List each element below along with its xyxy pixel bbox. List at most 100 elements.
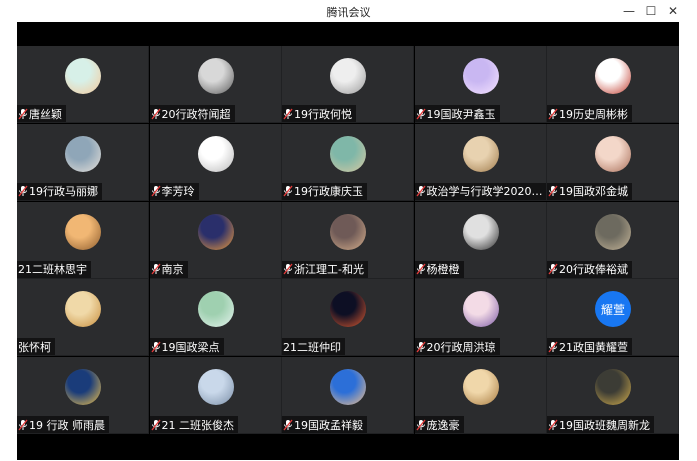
name-bar: 20行政周洪琼 xyxy=(414,338,500,356)
mic-muted-icon xyxy=(415,263,426,275)
participant-tile[interactable]: 李芳玲 xyxy=(149,123,282,201)
participant-avatar xyxy=(462,58,499,94)
name-bar: 19行政马丽娜 xyxy=(17,182,102,200)
participant-tile[interactable]: 唐丝颖 xyxy=(17,46,149,123)
name-bar: 李芳玲 xyxy=(149,182,199,200)
participant-name: 19行政何悦 xyxy=(294,107,352,121)
participant-tile[interactable]: 21 二班张俊杰 xyxy=(149,357,282,434)
name-bar: 浙江理工-和光 xyxy=(282,260,368,278)
participant-name: 唐丝颖 xyxy=(29,107,62,121)
participant-avatar: 耀萱 xyxy=(595,291,631,328)
participant-tile[interactable]: 19行政康庆玉 xyxy=(282,123,414,201)
participant-name: 20行政周洪琼 xyxy=(426,340,496,354)
name-bar: 政治学与行政学2020… xyxy=(414,182,546,200)
participant-avatar xyxy=(462,369,499,405)
participant-tile[interactable]: 19 行政 师雨晨 xyxy=(17,357,149,434)
mic-muted-icon xyxy=(283,108,293,119)
participant-tile[interactable]: 19历史周彬彬 xyxy=(547,46,679,123)
mic-muted-icon xyxy=(18,419,28,430)
participant-name: 李芳玲 xyxy=(161,185,195,199)
participant-tile[interactable]: 20行政周洪琼 xyxy=(414,279,547,357)
mic-muted-icon xyxy=(18,185,28,197)
participant-tile[interactable]: 20行政符闻超 xyxy=(149,46,282,123)
participant-tile[interactable]: 南京 xyxy=(149,201,282,279)
participant-name: 19历史周彬彬 xyxy=(559,107,628,121)
participant-tile[interactable]: 21二班仲印 xyxy=(282,279,414,357)
participant-tile[interactable]: 20行政俸裕斌 xyxy=(547,201,679,279)
participant-avatar xyxy=(197,369,234,405)
participant-name: 杨橙橙 xyxy=(426,263,460,276)
name-bar: 南京 xyxy=(149,260,188,278)
mic-muted-icon xyxy=(548,108,558,119)
participant-tile[interactable]: 19国政邓金城 xyxy=(547,123,679,201)
minimize-button[interactable]: — xyxy=(618,2,640,20)
name-bar: 唐丝颖 xyxy=(17,105,66,122)
name-bar: 19历史周彬彬 xyxy=(547,105,632,122)
name-bar: 21政国黄耀萱 xyxy=(547,338,632,356)
close-button[interactable]: ✕ xyxy=(662,2,684,20)
name-bar: 庞逸豪 xyxy=(414,416,464,433)
participant-grid: 唐丝颖 20行政符闻超 19行政何悦 19国政尹鑫玉 19历史周彬彬 19行政马丽娜 李芳玲… xyxy=(17,46,679,434)
participant-avatar xyxy=(65,58,101,94)
name-bar: 21二班林思宇 xyxy=(17,260,91,278)
participant-avatar xyxy=(330,213,366,250)
participant-name: 南京 xyxy=(161,263,184,276)
name-bar: 19国政邓金城 xyxy=(547,182,632,200)
participant-tile[interactable]: 19行政马丽娜 xyxy=(17,123,149,201)
participant-name: 21政国黄耀萱 xyxy=(559,340,628,354)
participant-name: 19国政梁点 xyxy=(161,340,220,354)
participant-avatar xyxy=(462,291,499,328)
participant-avatar xyxy=(65,291,101,328)
mic-muted-icon xyxy=(283,185,293,197)
video-stage: 唐丝颖 20行政符闻超 19行政何悦 19国政尹鑫玉 19历史周彬彬 19行政马丽娜 李芳玲… xyxy=(17,22,679,460)
name-bar: 19国政孟祥毅 xyxy=(282,416,367,433)
name-bar: 19国政尹鑫玉 xyxy=(414,105,500,122)
participant-name: 19国政孟祥毅 xyxy=(294,418,363,432)
participant-name: 浙江理工-和光 xyxy=(294,263,364,276)
participant-avatar xyxy=(595,369,631,405)
participant-avatar xyxy=(197,213,234,250)
participant-tile[interactable]: 19行政何悦 xyxy=(282,46,414,123)
participant-name: 19国政邓金城 xyxy=(559,185,628,199)
participant-name: 21 二班张俊杰 xyxy=(161,418,235,432)
participant-name: 19国政尹鑫玉 xyxy=(426,107,496,121)
participant-avatar xyxy=(595,135,631,172)
mic-muted-icon xyxy=(548,185,558,197)
participant-tile[interactable]: 19国政班魏周新龙 xyxy=(547,357,679,434)
participant-tile[interactable]: 庞逸豪 xyxy=(414,357,547,434)
name-bar: 19行政何悦 xyxy=(282,105,356,122)
name-bar: 20行政俸裕斌 xyxy=(547,260,632,278)
participant-avatar xyxy=(462,213,499,250)
mic-muted-icon xyxy=(283,263,293,275)
participant-name: 张怀柯 xyxy=(18,340,51,354)
mic-muted-icon xyxy=(150,108,161,119)
name-bar: 21二班仲印 xyxy=(282,338,345,356)
participant-name: 19行政马丽娜 xyxy=(29,185,98,199)
mic-muted-icon xyxy=(415,341,426,353)
avatar-initials: 耀萱 xyxy=(600,302,625,317)
name-bar: 21 二班张俊杰 xyxy=(149,416,238,433)
participant-avatar xyxy=(197,135,234,172)
participant-tile[interactable]: 19国政孟祥毅 xyxy=(282,357,414,434)
participant-tile[interactable]: 浙江理工-和光 xyxy=(282,201,414,279)
participant-name: 19行政康庆玉 xyxy=(294,185,363,199)
participant-name: 20行政符闻超 xyxy=(161,107,231,121)
participant-tile[interactable]: 19国政梁点 xyxy=(149,279,282,357)
participant-tile[interactable]: 政治学与行政学2020… xyxy=(414,123,547,201)
participant-name: 19 行政 师雨晨 xyxy=(29,418,105,432)
participant-avatar xyxy=(65,213,101,250)
participant-tile[interactable]: 杨橙橙 xyxy=(414,201,547,279)
participant-avatar xyxy=(462,135,499,172)
name-bar: 19国政梁点 xyxy=(149,338,224,356)
maximize-button[interactable]: ☐ xyxy=(640,2,662,20)
participant-avatar xyxy=(65,135,101,172)
participant-avatar xyxy=(330,58,366,94)
participant-tile[interactable]: 21二班林思宇 xyxy=(17,201,149,279)
participant-name: 20行政俸裕斌 xyxy=(559,263,628,276)
participant-tile[interactable]: 张怀柯 xyxy=(17,279,149,357)
participant-tile[interactable]: 耀萱 21政国黄耀萱 xyxy=(547,279,679,357)
name-bar: 张怀柯 xyxy=(17,338,55,356)
meeting-window: 腾讯会议 — ☐ ✕ 唐丝颖 20行政符闻超 19行政何悦 19国政尹鑫玉 19历史周彬… xyxy=(0,0,697,461)
participant-tile[interactable]: 19国政尹鑫玉 xyxy=(414,46,547,123)
participant-name: 庞逸豪 xyxy=(426,418,460,432)
